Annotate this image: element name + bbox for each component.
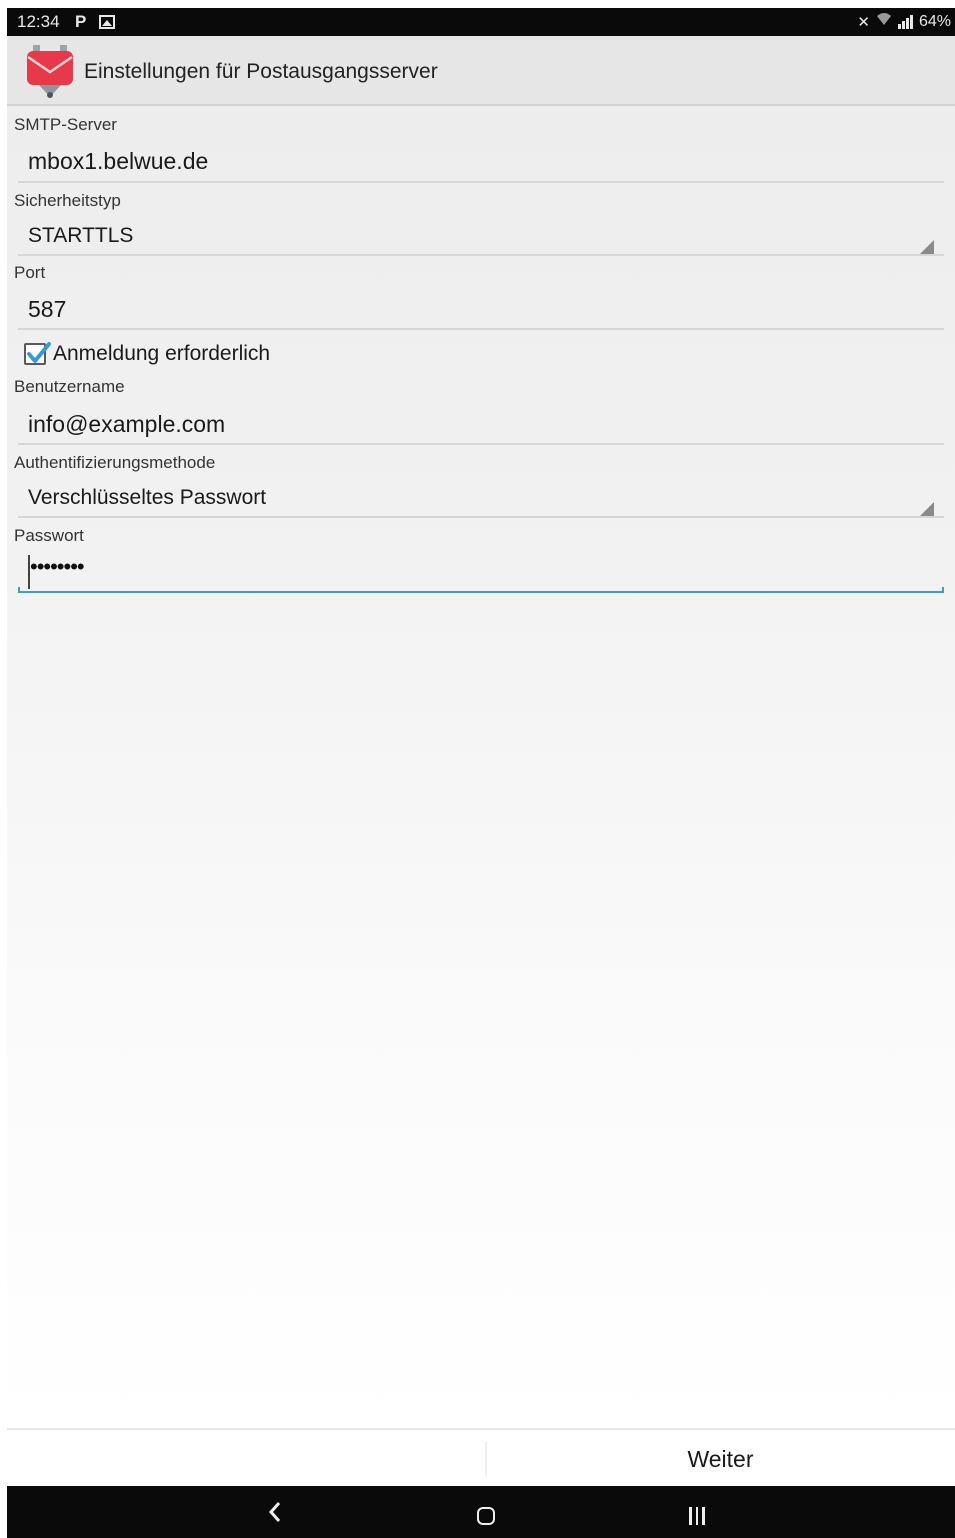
auth-method-label: Authentifizierungsmethode: [14, 453, 216, 472]
username-value: info@example.com: [28, 411, 226, 437]
password-underline-focused: [18, 587, 944, 593]
mute-icon: ✕: [857, 13, 870, 31]
page-title: Einstellungen für Postausgangsserver: [84, 60, 438, 83]
security-type-label: Sicherheitstyp: [14, 191, 121, 210]
status-bar: 12:34 P ✕ 64%: [7, 8, 955, 36]
security-type-value: STARTTLS: [28, 224, 134, 247]
port-input[interactable]: 587: [18, 288, 944, 330]
status-time: 12:34: [17, 12, 60, 31]
status-icons: ✕ 64%: [857, 12, 951, 31]
system-navigation-bar: [7, 1486, 955, 1538]
dropdown-arrow-icon: [920, 502, 934, 516]
app-screen: 12:34 P ✕ 64% Einstellungen für Postausg…: [7, 8, 955, 1538]
recent-apps-icon[interactable]: [689, 1507, 705, 1525]
bottom-action-bar: Weiter: [7, 1428, 955, 1486]
auth-method-underline: [18, 516, 944, 518]
smtp-server-underline: [18, 181, 944, 183]
wifi-icon: [876, 12, 892, 31]
password-input[interactable]: [18, 550, 944, 592]
smtp-server-input[interactable]: mbox1.belwue.de: [18, 140, 944, 185]
mail-app-logo-icon: [25, 45, 75, 99]
port-value: 587: [28, 296, 67, 322]
smtp-server-label: SMTP-Server: [14, 115, 117, 134]
notification-p-icon: P: [75, 12, 87, 31]
password-label: Passwort: [14, 526, 84, 545]
security-type-underline: [18, 254, 944, 256]
smtp-server-value: mbox1.belwue.de: [28, 148, 209, 174]
auth-method-value: Verschlüsseltes Passwort: [28, 486, 267, 509]
password-masked-value: ••••••••: [30, 554, 85, 579]
auth-method-select[interactable]: Verschlüsseltes Passwort: [18, 478, 944, 518]
back-icon[interactable]: [263, 1498, 287, 1531]
username-label: Benutzername: [14, 377, 125, 396]
security-type-select[interactable]: STARTTLS: [18, 216, 944, 256]
app-bar: Einstellungen für Postausgangsserver: [7, 36, 955, 106]
gallery-notification-icon: [99, 15, 115, 29]
checkmark-icon: [27, 342, 51, 363]
login-required-checkbox[interactable]: [24, 342, 51, 365]
signal-icon: [897, 14, 913, 29]
battery-level: 64%: [918, 12, 951, 30]
login-required-label[interactable]: Anmeldung erforderlich: [53, 342, 270, 366]
next-button[interactable]: Weiter: [486, 1430, 955, 1488]
port-label: Port: [14, 263, 46, 282]
username-input[interactable]: info@example.com: [18, 403, 944, 445]
dropdown-arrow-icon: [920, 240, 934, 254]
home-icon[interactable]: [477, 1507, 495, 1525]
username-underline: [18, 443, 944, 445]
port-underline: [18, 328, 944, 330]
